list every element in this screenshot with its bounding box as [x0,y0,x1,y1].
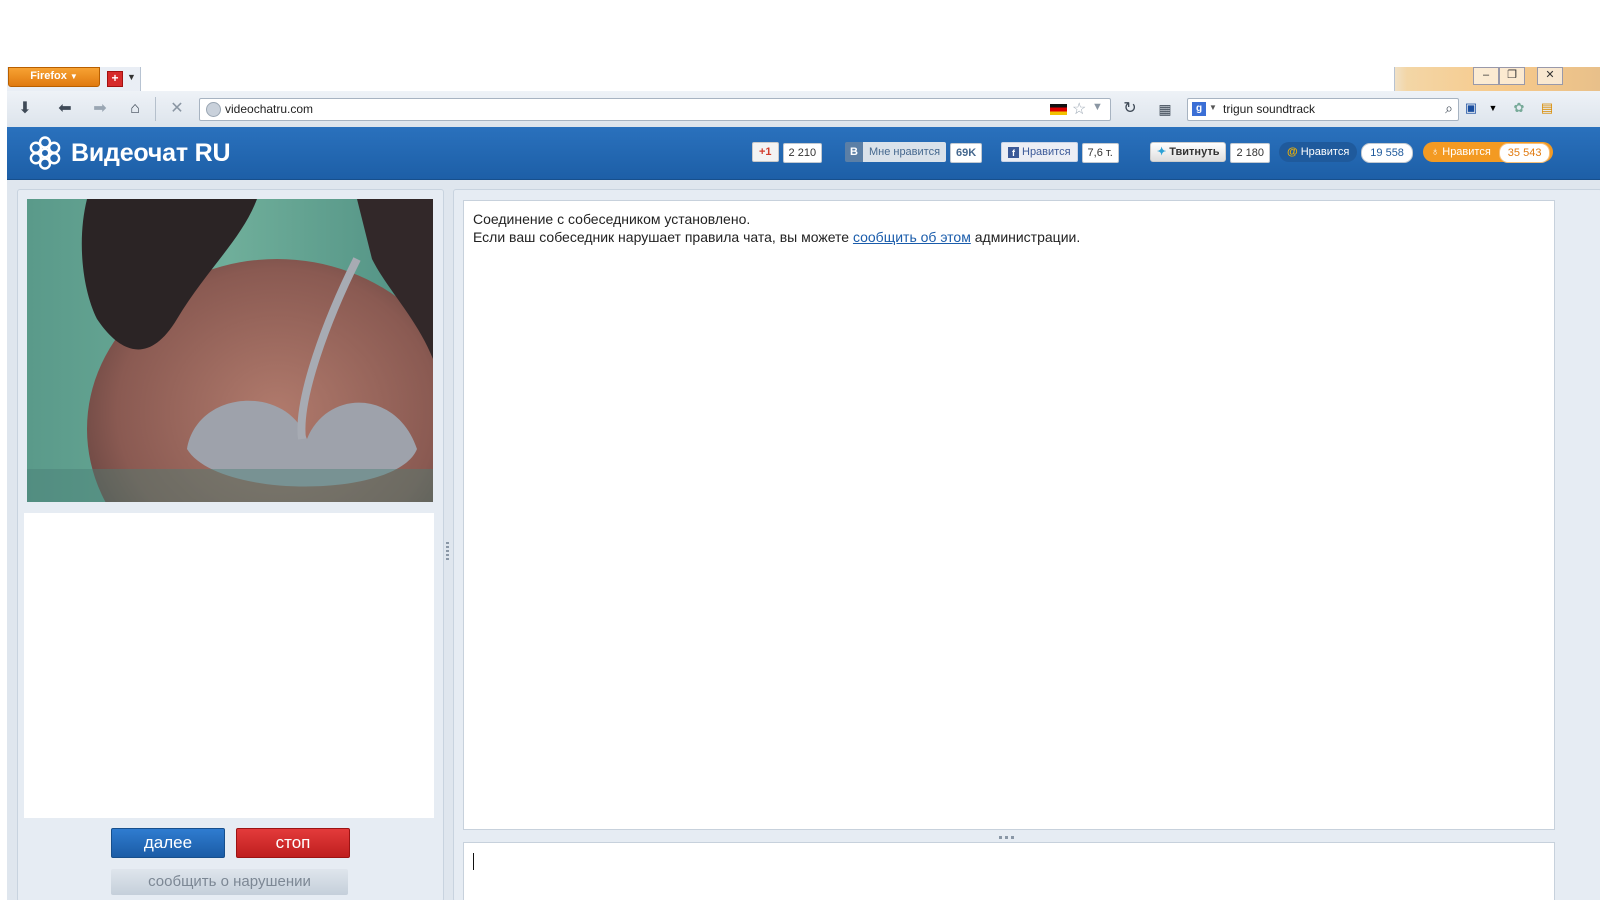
facebook-like-wrap: f Нравится [1001,142,1078,162]
facebook-label: Нравится [1022,146,1071,158]
remote-video [27,199,433,502]
home-icon[interactable]: ⌂ [125,99,145,119]
rules-text-prefix: Если ваш собеседник нарушает правила чат… [473,229,853,245]
facebook-like-button[interactable]: f Нравится 7,6 т. [1001,142,1119,163]
mailru-count: 19 558 [1361,143,1413,163]
vk-icon: В [845,142,863,162]
active-tab[interactable] [140,67,1395,91]
ok-wrap: ♁ Нравится [1423,142,1495,162]
address-bar[interactable]: videochatru.com ☆ ▼ [199,98,1111,121]
local-video [24,513,434,818]
browser-window: Firefox ▼ + ▼ – ❐ ✕ ⬇ ⬅ ➡ ⌂ ✕ videochatru… [7,67,1600,900]
restore-icon[interactable]: ❐ [1499,67,1525,85]
tab-strip: Firefox ▼ + ▼ – ❐ ✕ [7,67,1600,91]
firefox-menu-label: Firefox [30,70,67,82]
vertical-splitter-handle[interactable] [446,542,449,560]
search-icon[interactable]: ⌕ [1445,100,1453,117]
stop-loading-icon[interactable]: ✕ [167,99,187,119]
notes-icon[interactable]: ▤ [1539,100,1555,116]
mailru-like-button[interactable]: @ Нравится 19 558 [1279,142,1413,163]
video-panel: далее стоп сообщить о нарушении [17,189,444,900]
report-link[interactable]: сообщить об этом [853,229,971,245]
vk-label: Мне нравится [862,142,947,162]
firefox-menu-button[interactable]: Firefox ▼ [8,67,100,87]
vk-count: 69K [950,143,983,163]
report-violation-button[interactable]: сообщить о нарушении [111,869,348,895]
mailru-label: Нравится [1300,146,1350,158]
save-icon[interactable]: ▣ [1463,100,1479,116]
mailru-at-icon: @ [1287,146,1298,158]
top-blank-area [0,0,1600,67]
ok-label: Нравится [1442,146,1491,158]
twitter-count: 2 180 [1230,143,1271,163]
german-flag-icon[interactable] [1050,104,1067,115]
history-dropdown-icon[interactable]: ▼ [1092,101,1103,113]
site-header: Видеочат RU +1 2 210 В Мне нравится 69K f Нр… [7,127,1600,180]
new-tab-icon[interactable]: + [107,71,123,87]
twitter-wrap: ✦ Твитнуть [1150,142,1227,162]
odnoklassniki-like-button[interactable]: ♁ Нравится 35 543 [1423,142,1554,163]
chat-log: Соединение с собеседником установлено. Е… [463,200,1555,830]
vk-like-button[interactable]: В Мне нравится 69K [845,142,983,163]
message-input[interactable] [463,842,1555,900]
next-button[interactable]: далее [111,828,225,858]
bookmark-star-icon[interactable]: ☆ [1072,99,1086,119]
minimize-icon[interactable]: – [1473,67,1499,85]
twitter-bird-icon: ✦ [1157,146,1167,158]
rules-text-suffix: администрации. [970,229,1081,245]
odnoklassniki-icon: ♁ [1431,146,1440,158]
address-url: videochatru.com [225,102,314,116]
close-window-icon[interactable]: ✕ [1537,67,1563,85]
google-engine-icon[interactable]: g [1192,102,1206,116]
save-dropdown-icon[interactable]: ▼ [1485,100,1501,116]
forward-arrow-icon[interactable]: ➡ [90,99,110,119]
facebook-icon: f [1008,147,1019,158]
chat-panel: Соединение с собеседником установлено. Е… [453,189,1600,900]
chevron-down-icon: ▼ [69,72,78,81]
facebook-count: 7,6 т. [1081,143,1119,163]
system-message-rules: Если ваш собеседник нарушает правила чат… [473,229,1080,245]
horizontal-splitter-handle[interactable] [999,836,1015,839]
tab-groups-icon[interactable]: ▦ [1155,99,1175,119]
search-query: trigun soundtrack [1223,102,1316,116]
navigation-toolbar: ⬇ ⬅ ➡ ⌂ ✕ videochatru.com ☆ ▼ ↻ ▦ g ▼ tr… [7,91,1600,128]
reload-icon[interactable]: ↻ [1120,99,1140,119]
logo-text[interactable]: Видеочат RU [71,139,231,168]
search-bar[interactable]: g ▼ trigun soundtrack ⌕ [1187,98,1459,121]
stop-button[interactable]: стоп [236,828,350,858]
text-cursor [473,853,474,870]
site-identity-icon[interactable] [206,102,221,117]
engine-dropdown-icon[interactable]: ▼ [1209,103,1217,112]
download-icon[interactable]: ⬇ [15,99,35,119]
logo-flower-icon[interactable] [27,135,63,171]
addon-icon[interactable]: ✿ [1511,100,1527,116]
tab-list-chevron-icon[interactable]: ▼ [127,72,136,82]
twitter-label: Твитнуть [1169,146,1220,158]
system-message-connected: Соединение с собеседником установлено. [473,211,751,227]
toolbar-divider [155,97,156,121]
back-arrow-icon[interactable]: ⬅ [55,99,75,119]
gplus-count: 2 210 [782,143,823,163]
ok-count: 35 543 [1498,143,1551,163]
gplus-share-button[interactable]: +1 2 210 [752,142,823,163]
gplus-label: +1 [752,142,779,162]
mailru-wrap: @ Нравится [1279,142,1358,162]
twitter-tweet-button[interactable]: ✦ Твитнуть 2 180 [1150,142,1271,163]
remote-video-frame [27,199,433,502]
